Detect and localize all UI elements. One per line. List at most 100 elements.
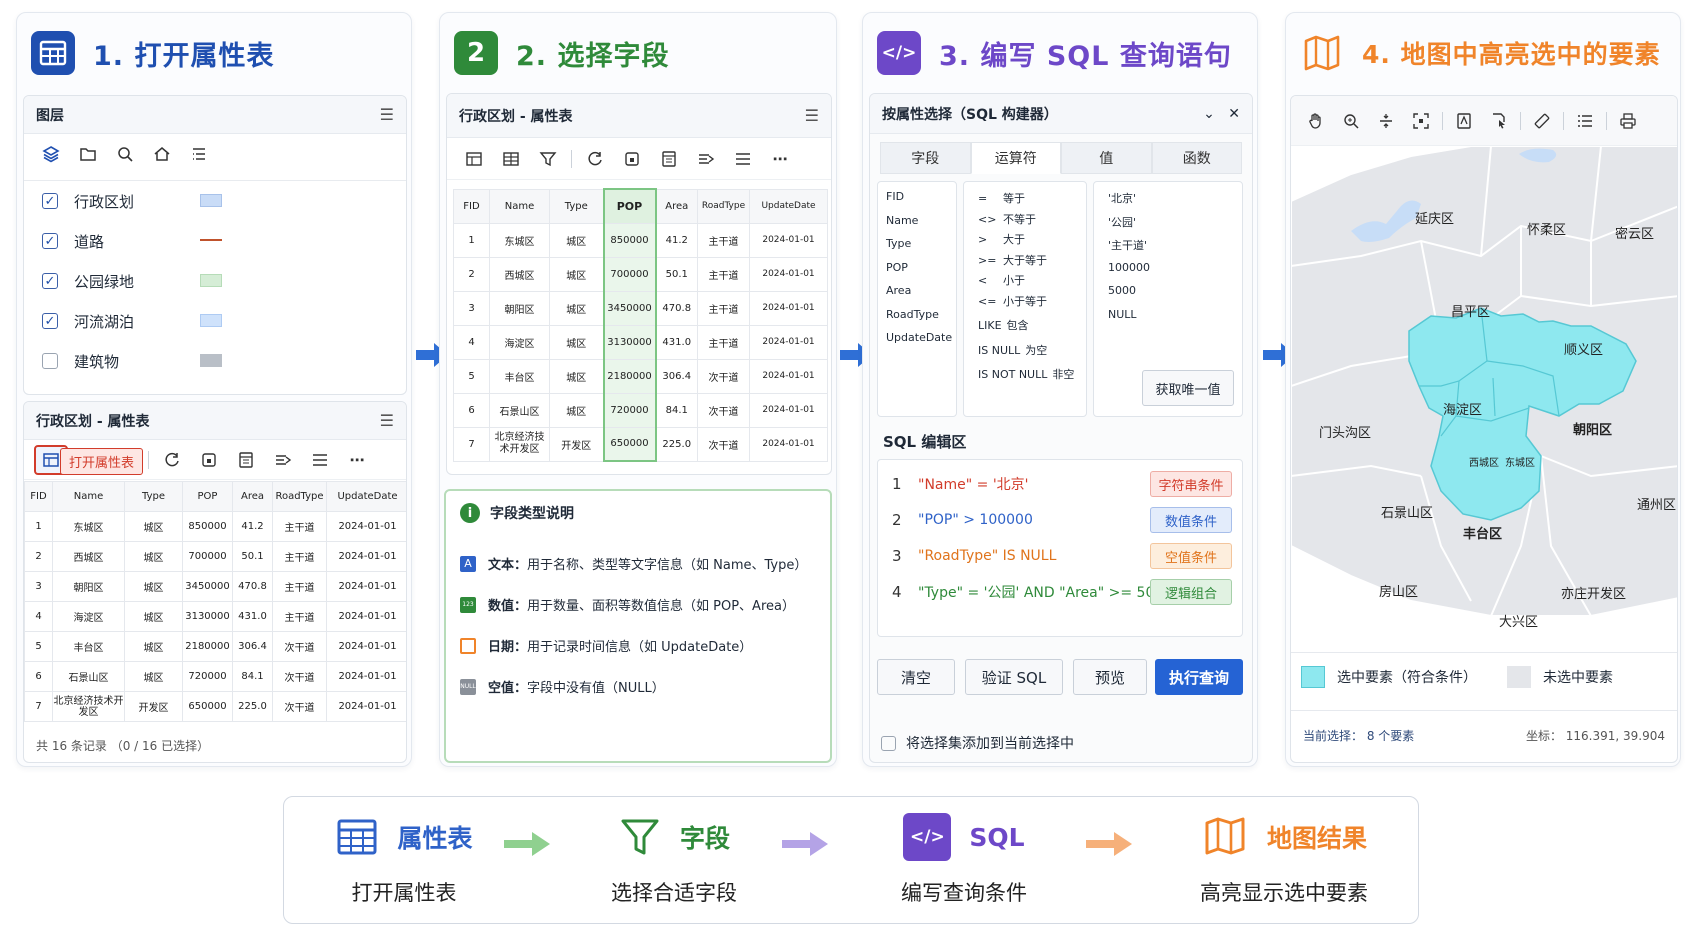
table-row[interactable]: 2 西城区 城区 700000 50.1 主干道 2024-01-01 xyxy=(24,541,406,572)
zoom-out-icon[interactable] xyxy=(1369,106,1403,136)
field-list-item[interactable]: POP xyxy=(886,261,908,274)
table-row[interactable]: 1 东城区 城区 850000 41.2 主干道 2024-01-01 xyxy=(24,511,406,542)
operator-item[interactable]: <> 不等于 xyxy=(978,211,1036,227)
table-row[interactable]: 4 海淀区 城区 3130000 431.0 主干道 2024-01-01 xyxy=(24,601,406,632)
field-list-item[interactable]: RoadType xyxy=(886,308,939,321)
tab-function[interactable]: 函数 xyxy=(1151,142,1242,174)
switch-selection-icon[interactable] xyxy=(266,445,300,475)
layer-list-icon[interactable] xyxy=(182,139,216,169)
field-list-item[interactable]: Type xyxy=(886,237,911,250)
table-row[interactable]: 3 朝阳区 城区 3450000 470.8 主干道 2024-01-01 xyxy=(453,290,828,326)
column-header[interactable]: Type xyxy=(124,481,183,512)
column-header[interactable]: Name xyxy=(489,188,550,224)
field-list-item[interactable]: FID xyxy=(886,190,904,203)
checkbox-icon[interactable]: ✓ xyxy=(42,313,58,329)
zoom-in-icon[interactable] xyxy=(1334,106,1368,136)
table-row[interactable]: 6 石景山区 城区 720000 84.1 次干道 2024-01-01 xyxy=(24,661,406,692)
run-query-button[interactable]: 执行查询 xyxy=(1155,659,1243,695)
tab-field[interactable]: 字段 xyxy=(880,142,971,174)
preview-button[interactable]: 预览 xyxy=(1073,659,1147,695)
filter-icon[interactable] xyxy=(531,144,565,174)
operator-item[interactable]: LIKE 包含 xyxy=(978,317,1029,333)
table-row[interactable]: 5 丰台区 城区 2180000 306.4 次干道 2024-01-01 xyxy=(453,358,828,394)
pan-hand-icon[interactable] xyxy=(1299,106,1333,136)
chevron-down-icon[interactable]: ⌄ xyxy=(1203,106,1215,122)
operator-item[interactable]: <= 小于等于 xyxy=(978,293,1047,309)
value-list-item[interactable]: 5000 xyxy=(1108,284,1136,297)
table-row[interactable]: 1 东城区 城区 850000 41.2 主干道 2024-01-01 xyxy=(453,222,828,258)
map-canvas[interactable]: 延庆区 怀柔区 密云区 昌平区 顺义区 门头沟区 海淀区 朝阳区 西城区 东城区… xyxy=(1291,146,1678,646)
table-row[interactable]: 3 朝阳区 城区 3450000 470.8 主干道 2024-01-01 xyxy=(24,571,406,602)
operator-item[interactable]: > 大于 xyxy=(978,231,1025,247)
checkbox-icon[interactable] xyxy=(881,735,896,751)
operator-item[interactable]: IS NOT NULL 非空 xyxy=(978,366,1074,382)
sql-line[interactable]: 1 "Name" = '北京' 字符串条件 xyxy=(892,466,1232,502)
more-icon[interactable]: ⋯ xyxy=(763,144,797,174)
checkbox-icon[interactable] xyxy=(42,353,58,369)
menu-icon[interactable]: ☰ xyxy=(380,411,394,430)
clear-button[interactable]: 清空 xyxy=(877,659,955,695)
refresh-icon[interactable] xyxy=(155,445,189,475)
menu-icon[interactable]: ☰ xyxy=(805,106,819,125)
value-list-item[interactable]: '公园' xyxy=(1108,214,1136,230)
calculator-icon[interactable] xyxy=(652,144,686,174)
layer-item-water[interactable]: ✓ 河流湖泊 xyxy=(24,301,406,341)
add-to-selection-row[interactable]: 将选择集添加到当前选择中 xyxy=(881,733,1074,753)
close-icon[interactable]: ✕ xyxy=(1228,106,1240,122)
column-header[interactable]: POP xyxy=(602,188,657,224)
verify-sql-button[interactable]: 验证 SQL xyxy=(965,659,1063,695)
column-header[interactable]: UpdateDate xyxy=(749,188,828,224)
identify-icon[interactable] xyxy=(1447,106,1481,136)
value-list-item[interactable]: '北京' xyxy=(1108,190,1136,206)
operator-item[interactable]: IS NULL 为空 xyxy=(978,342,1047,358)
more-icon[interactable]: ⋯ xyxy=(340,445,374,475)
column-header[interactable]: UpdateDate xyxy=(326,481,406,512)
column-header[interactable]: Area xyxy=(232,481,273,512)
table-row[interactable]: 5 丰台区 城区 2180000 306.4 次干道 2024-01-01 xyxy=(24,631,406,662)
checkbox-icon[interactable]: ✓ xyxy=(42,233,58,249)
table-row[interactable]: 7 北京经济技术开发区 开发区 650000 225.0 次干道 2024-01-01 xyxy=(453,426,828,462)
layer-item-building[interactable]: 建筑物 xyxy=(24,341,406,381)
select-feature-icon[interactable] xyxy=(1482,106,1516,136)
table-row[interactable]: 7 北京经济技术开发区 开发区 650000 225.0 次干道 2024-01-01 xyxy=(24,691,406,722)
calculator-icon[interactable] xyxy=(229,445,263,475)
column-header[interactable]: RoadType xyxy=(272,481,327,512)
menu-icon[interactable]: ☰ xyxy=(380,105,394,124)
sql-line[interactable]: 2 "POP" > 100000 数值条件 xyxy=(892,502,1232,538)
value-list-item[interactable]: 100000 xyxy=(1108,261,1150,274)
sql-editor[interactable]: 1 "Name" = '北京' 字符串条件 2 "POP" > 100000 数值条件 3 "… xyxy=(877,459,1243,637)
switch-selection-icon[interactable] xyxy=(689,144,723,174)
table-row[interactable]: 2 西城区 城区 700000 50.1 主干道 2024-01-01 xyxy=(453,256,828,292)
column-header[interactable]: RoadType xyxy=(697,188,750,224)
value-list-item[interactable]: '主干道' xyxy=(1108,237,1147,253)
value-list-item[interactable]: NULL xyxy=(1108,308,1137,321)
table-grid-icon[interactable] xyxy=(494,144,528,174)
column-header[interactable]: Name xyxy=(52,481,125,512)
layer-item-admin[interactable]: ✓ 行政区划 xyxy=(24,181,406,221)
field-list-item[interactable]: UpdateDate xyxy=(886,331,952,344)
column-header[interactable]: Type xyxy=(549,188,604,224)
measure-icon[interactable] xyxy=(1525,106,1559,136)
legend-list-icon[interactable] xyxy=(1568,106,1602,136)
select-box-icon[interactable] xyxy=(615,144,649,174)
operator-item[interactable]: = 等于 xyxy=(978,190,1025,206)
print-icon[interactable] xyxy=(1611,106,1645,136)
layers-icon[interactable] xyxy=(34,139,68,169)
folder-icon[interactable] xyxy=(71,139,105,169)
tab-value[interactable]: 值 xyxy=(1061,142,1152,174)
field-list-item[interactable]: Name xyxy=(886,214,918,227)
table-row[interactable]: 6 石景山区 城区 720000 84.1 次干道 2024-01-01 xyxy=(453,392,828,428)
table-row[interactable]: 4 海淀区 城区 3130000 431.0 主干道 2024-01-01 xyxy=(453,324,828,360)
tab-operator[interactable]: 运算符 xyxy=(970,142,1061,174)
checkbox-icon[interactable]: ✓ xyxy=(42,193,58,209)
sql-line[interactable]: 3 "RoadType" IS NULL 空值条件 xyxy=(892,538,1232,574)
full-extent-icon[interactable] xyxy=(1404,106,1438,136)
list-icon[interactable] xyxy=(726,144,760,174)
field-list-item[interactable]: Area xyxy=(886,284,911,297)
column-header[interactable]: FID xyxy=(24,481,53,512)
sql-line[interactable]: 4 "Type" = '公园' AND "Area" >= 5000 逻辑组合 xyxy=(892,574,1232,610)
table-icon[interactable] xyxy=(457,144,491,174)
layer-item-road[interactable]: ✓ 道路 xyxy=(24,221,406,261)
checkbox-icon[interactable]: ✓ xyxy=(42,273,58,289)
layer-item-park[interactable]: ✓ 公园绿地 xyxy=(24,261,406,301)
